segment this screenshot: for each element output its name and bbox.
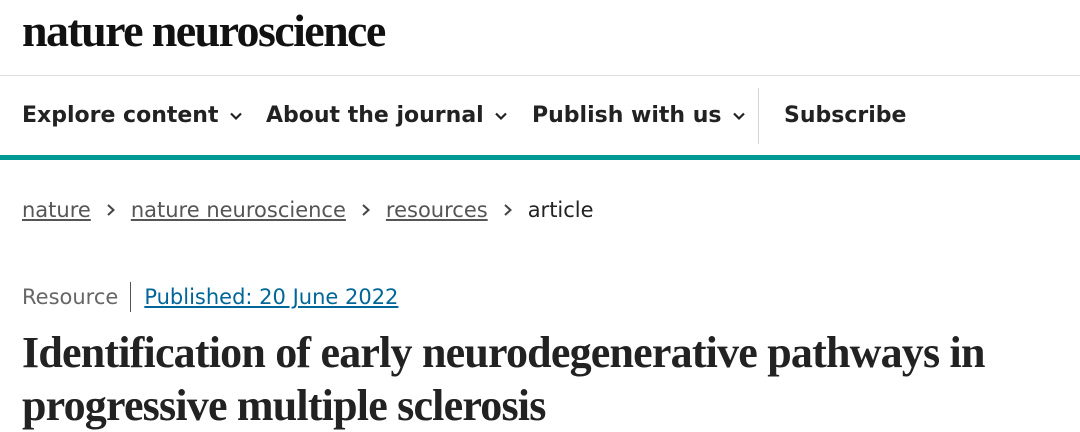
chevron-down-icon (732, 112, 745, 120)
breadcrumb-link-nature[interactable]: nature (22, 198, 91, 222)
main-nav: Explore content About the journal Publis… (0, 76, 1080, 160)
breadcrumb-link-resources[interactable]: resources (386, 198, 488, 222)
meta-divider (130, 282, 132, 312)
article-title: Identification of early neurodegenerativ… (22, 328, 985, 430)
chevron-right-icon (107, 204, 115, 216)
journal-logo[interactable]: nature neuroscience (22, 4, 386, 57)
breadcrumb-link-nature-neuroscience[interactable]: nature neuroscience (131, 198, 346, 222)
subscribe-label: Subscribe (784, 103, 907, 128)
article-type: Resource (22, 285, 119, 309)
breadcrumb: nature nature neuroscience resources art… (22, 198, 594, 222)
chevron-down-icon (229, 112, 242, 120)
chevron-right-icon (362, 204, 370, 216)
nav-item-label: About the journal (266, 103, 484, 128)
subscribe-link[interactable]: Subscribe (784, 76, 906, 155)
breadcrumb-current: article (527, 198, 594, 222)
nav-publish-with-us[interactable]: Publish with us (532, 76, 746, 155)
chevron-right-icon (504, 204, 512, 216)
masthead: nature neuroscience (0, 0, 1080, 76)
published-date-link[interactable]: Published: 20 June 2022 (144, 285, 398, 309)
nav-item-label: Publish with us (532, 103, 722, 128)
nav-explore-content[interactable]: Explore content (22, 76, 243, 155)
nav-about-the-journal[interactable]: About the journal (266, 76, 508, 155)
chevron-down-icon (494, 112, 507, 120)
article-meta: Resource Published: 20 June 2022 (22, 282, 398, 312)
nav-item-label: Explore content (22, 103, 219, 128)
nav-divider (758, 88, 759, 144)
